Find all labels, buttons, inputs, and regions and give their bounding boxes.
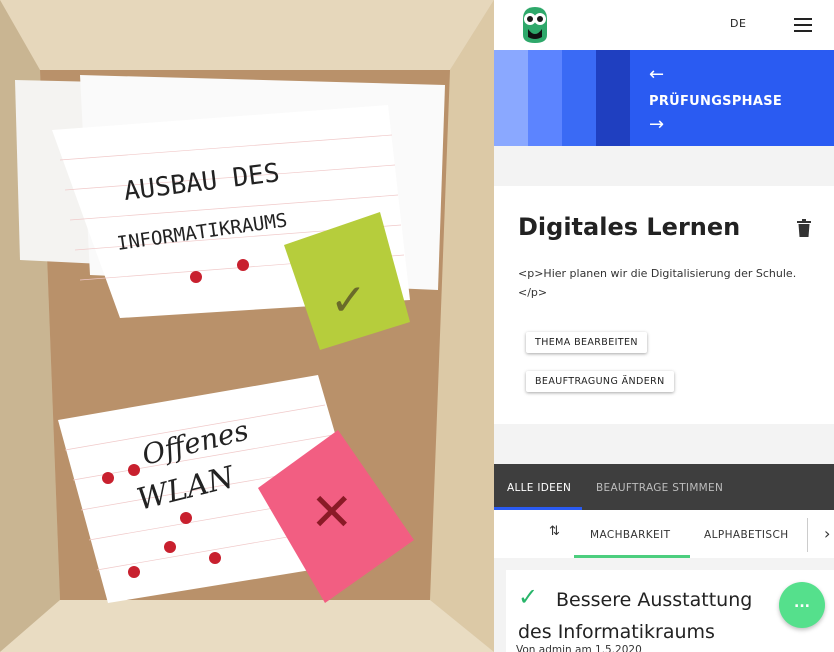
more-actions-button[interactable]: ... <box>779 582 825 628</box>
photo-idea-box: AUSBAU DES INFORMATIKRAUMS ✓ Offenes WLA… <box>0 0 494 652</box>
owl-logo-icon[interactable] <box>520 5 550 45</box>
note-cross-mark: ✕ <box>310 483 354 543</box>
tab-all-ideas[interactable]: ALLE IDEEN <box>507 482 571 494</box>
sort-tab-alphabetical[interactable]: ALPHABETISCH <box>704 529 788 541</box>
topic-title: Digitales Lernen <box>518 213 741 241</box>
edit-topic-button[interactable]: THEMA BEARBEITEN <box>526 332 647 353</box>
sort-order-icon[interactable]: ⇅ <box>549 524 560 539</box>
phase-next-arrow-icon[interactable]: → <box>649 116 664 134</box>
note-check-mark: ✓ <box>330 275 367 326</box>
phase-prev-arrow-icon[interactable]: ← <box>649 66 664 84</box>
phase-stripe-3 <box>562 50 596 146</box>
phase-stripe-4 <box>596 50 630 146</box>
top-bar: DE <box>494 0 834 50</box>
app-panel: DE ← PRÜFUNGSPHASE → Digitales Lernen <p… <box>494 0 834 652</box>
sort-bar: ⇅ MACHBARKEIT ALPHABETISCH › <box>494 510 834 558</box>
phase-stripe-1 <box>494 50 528 146</box>
trash-icon[interactable] <box>797 219 811 237</box>
phase-banner: ← PRÜFUNGSPHASE → <box>494 50 834 146</box>
chevron-right-icon[interactable]: › <box>824 524 830 543</box>
topic-description: <p>Hier planen wir die Digitalisierung d… <box>518 267 797 299</box>
sort-active-indicator <box>574 555 690 558</box>
idea-tabs: ALLE IDEEN BEAUFTRAGE STIMMEN <box>494 464 834 510</box>
sort-divider <box>807 518 808 552</box>
tab-assigned-votes[interactable]: BEAUFTRAGE STIMMEN <box>596 482 723 494</box>
idea-meta: Von admin am 1.5.2020 <box>516 644 642 652</box>
topic-card: Digitales Lernen <p>Hier planen wir die … <box>494 186 834 424</box>
language-selector[interactable]: DE <box>730 17 746 30</box>
phase-title: PRÜFUNGSPHASE <box>649 94 783 109</box>
change-assignment-button[interactable]: BEAUFTRAGUNG ÄNDERN <box>526 371 674 392</box>
hamburger-menu-icon[interactable] <box>794 18 812 32</box>
phase-stripe-2 <box>528 50 562 146</box>
sort-tab-feasibility[interactable]: MACHBARKEIT <box>590 529 670 541</box>
idea-title[interactable]: Bessere Ausstattung des Informatikraums <box>518 584 778 648</box>
